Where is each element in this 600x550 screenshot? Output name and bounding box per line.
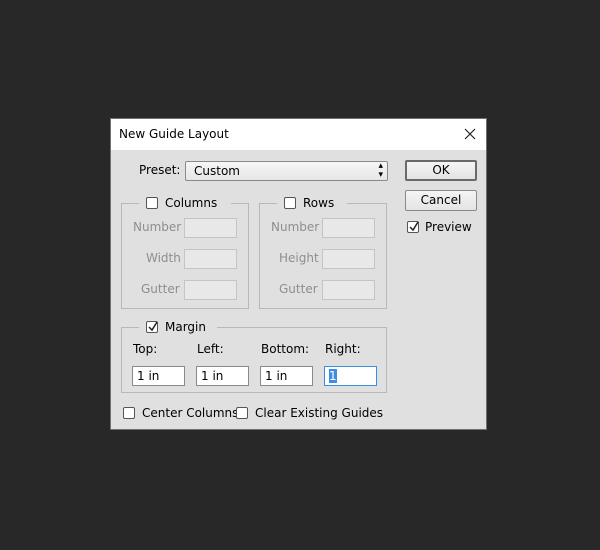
ok-button[interactable]: OK <box>405 160 477 181</box>
margin-left-input[interactable]: 1 in <box>196 366 249 386</box>
margin-bottom-input[interactable]: 1 in <box>260 366 313 386</box>
margin-checkbox[interactable] <box>146 321 158 333</box>
checkmark-icon <box>148 321 158 332</box>
checkmark-icon <box>409 221 419 232</box>
preset-label: Preset: <box>139 163 181 177</box>
rows-checkbox[interactable] <box>284 197 296 209</box>
rows-gutter-field[interactable] <box>322 280 375 300</box>
clear-existing-guides-checkbox[interactable] <box>236 407 248 419</box>
dialog-title: New Guide Layout <box>119 127 229 141</box>
preset-value: Custom <box>194 164 240 178</box>
columns-checkbox[interactable] <box>146 197 158 209</box>
rows-gutter-label: Gutter <box>279 282 318 296</box>
columns-label: Columns <box>165 196 218 210</box>
preview-label: Preview <box>425 220 472 234</box>
center-columns-checkbox[interactable] <box>123 407 135 419</box>
margin-right-value: 1 <box>329 369 337 383</box>
preset-select[interactable]: Custom ▴ ▾ <box>185 161 388 181</box>
close-button[interactable] <box>460 124 480 144</box>
margin-left-label: Left: <box>197 342 224 356</box>
columns-number-label: Number <box>133 220 182 234</box>
close-icon <box>464 128 476 140</box>
rows-number-label: Number <box>271 220 320 234</box>
columns-gutter-label: Gutter <box>141 282 180 296</box>
columns-gutter-field[interactable] <box>184 280 237 300</box>
rows-height-label: Height <box>279 251 319 265</box>
rows-number-field[interactable] <box>322 218 375 238</box>
cancel-button[interactable]: Cancel <box>405 190 477 211</box>
margin-bottom-label: Bottom: <box>261 342 310 356</box>
rows-height-field[interactable] <box>322 249 375 269</box>
margin-right-label: Right: <box>325 342 361 356</box>
columns-width-field[interactable] <box>184 249 237 269</box>
new-guide-layout-dialog: New Guide Layout Preset: Custom ▴ ▾ OK Ca… <box>110 118 487 430</box>
margin-top-label: Top: <box>133 342 158 356</box>
clear-existing-guides-label: Clear Existing Guides <box>255 406 384 420</box>
margin-label: Margin <box>165 320 206 334</box>
columns-number-field[interactable] <box>184 218 237 238</box>
title-bar: New Guide Layout <box>111 119 486 150</box>
preview-checkbox[interactable] <box>407 221 419 233</box>
center-columns-label: Center Columns <box>142 406 239 420</box>
updown-arrows-icon: ▴ ▾ <box>378 161 383 180</box>
rows-label: Rows <box>303 196 335 210</box>
margin-right-input[interactable]: 1 <box>324 366 377 386</box>
margin-top-input[interactable]: 1 in <box>132 366 185 386</box>
columns-width-label: Width <box>146 251 181 265</box>
